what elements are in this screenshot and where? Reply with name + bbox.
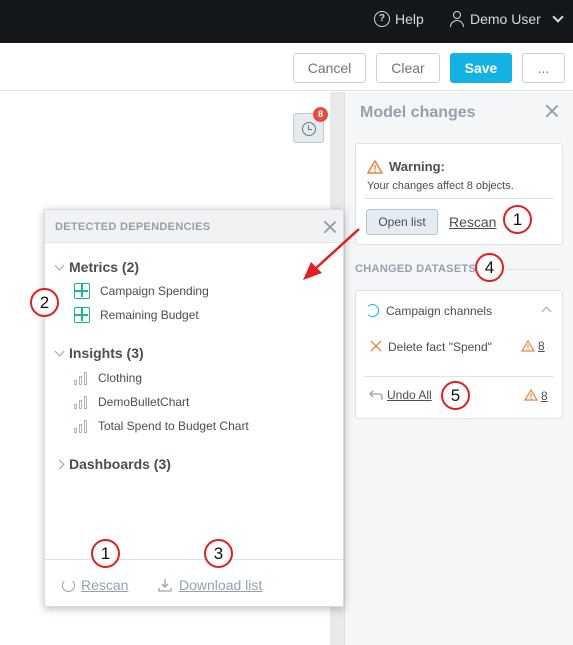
change-count-link[interactable]: 8	[538, 339, 545, 353]
download-label: Download list	[179, 577, 263, 593]
help-link[interactable]: ? Help	[374, 11, 424, 27]
help-icon: ?	[374, 11, 390, 27]
user-name: Demo User	[470, 11, 541, 27]
callout-marker: 4	[475, 253, 504, 282]
warning-title: Warning:	[389, 159, 445, 174]
chevron-down-icon	[54, 346, 65, 356]
warning-text: Your changes affect 8 objects.	[367, 180, 514, 192]
list-item[interactable]: Clothing	[74, 371, 142, 385]
item-label: Remaining Budget	[100, 308, 199, 322]
changed-datasets-label: CHANGED DATASETS	[355, 263, 477, 275]
refresh-icon	[62, 578, 75, 592]
bar-chart-icon	[74, 371, 88, 385]
callout-marker: 2	[30, 288, 59, 317]
bar-chart-icon	[74, 419, 88, 433]
refresh-icon	[366, 304, 379, 317]
warning-icon	[520, 339, 536, 352]
item-label: DemoBulletChart	[98, 395, 190, 409]
rescan-link[interactable]: Rescan	[62, 577, 128, 593]
chevron-down-icon	[54, 260, 65, 270]
user-menu[interactable]: Demo User	[449, 11, 564, 27]
user-icon	[449, 11, 465, 27]
bar-chart-icon	[74, 395, 88, 409]
help-label: Help	[395, 11, 424, 27]
callout-marker: 1	[503, 205, 532, 234]
callout-marker: 1	[91, 539, 120, 568]
close-icon[interactable]	[544, 103, 560, 119]
rescan-link[interactable]: Rescan	[449, 214, 496, 230]
item-label: Total Spend to Budget Chart	[98, 419, 249, 433]
group-label: Dashboards (3)	[69, 456, 171, 472]
download-list-link[interactable]: Download list	[157, 577, 262, 593]
history-icon	[302, 122, 316, 136]
list-item[interactable]: Total Spend to Budget Chart	[74, 419, 249, 433]
divider	[505, 269, 560, 270]
save-button[interactable]: Save	[450, 53, 512, 83]
metric-icon	[74, 307, 90, 323]
cancel-button[interactable]: Cancel	[293, 53, 366, 83]
annotation-arrow	[303, 228, 360, 280]
open-list-button[interactable]: Open list	[366, 209, 438, 235]
undo-icon	[369, 388, 383, 400]
clear-button[interactable]: Clear	[376, 53, 440, 83]
rescan-label: Rescan	[81, 577, 129, 593]
delete-icon	[370, 339, 382, 352]
list-item[interactable]: DemoBulletChart	[74, 395, 189, 409]
undo-count-link[interactable]: 8	[541, 389, 548, 403]
list-item[interactable]: Remaining Budget	[74, 307, 199, 323]
callout-marker: 5	[441, 381, 470, 410]
group-insights[interactable]: Insights (3)	[54, 345, 144, 361]
divider	[364, 376, 554, 377]
group-dashboards[interactable]: Dashboards (3)	[54, 456, 171, 472]
list-item[interactable]: Campaign Spending	[74, 283, 209, 299]
download-icon	[157, 578, 173, 592]
panel-title: Model changes	[360, 104, 476, 121]
item-label: Clothing	[98, 371, 143, 385]
history-badge: 8	[313, 107, 328, 122]
callout-marker: 3	[204, 539, 233, 568]
group-label: Metrics (2)	[69, 259, 140, 275]
divider	[45, 559, 343, 560]
top-bar: ? Help Demo User	[0, 0, 573, 43]
toolbar: Cancel Clear Save ...	[0, 43, 573, 91]
warning-icon	[367, 160, 383, 174]
warning-icon	[523, 388, 539, 401]
divider	[364, 198, 554, 199]
metric-icon	[74, 283, 90, 299]
group-label: Insights (3)	[69, 345, 144, 361]
item-label: Campaign Spending	[100, 284, 209, 298]
chevron-right-icon	[54, 459, 65, 469]
chevron-down-icon	[552, 11, 564, 23]
change-label: Delete fact "Spend"	[388, 340, 492, 354]
chevron-up-icon[interactable]	[541, 306, 552, 317]
warning-card: Warning: Your changes affect 8 objects. …	[355, 143, 563, 245]
dataset-name[interactable]: Campaign channels	[386, 304, 492, 318]
popup-title: DETECTED DEPENDENCIES	[55, 221, 211, 233]
group-metrics[interactable]: Metrics (2)	[54, 259, 140, 275]
undo-all-link[interactable]: Undo All	[387, 388, 432, 402]
more-button[interactable]: ...	[522, 53, 565, 83]
